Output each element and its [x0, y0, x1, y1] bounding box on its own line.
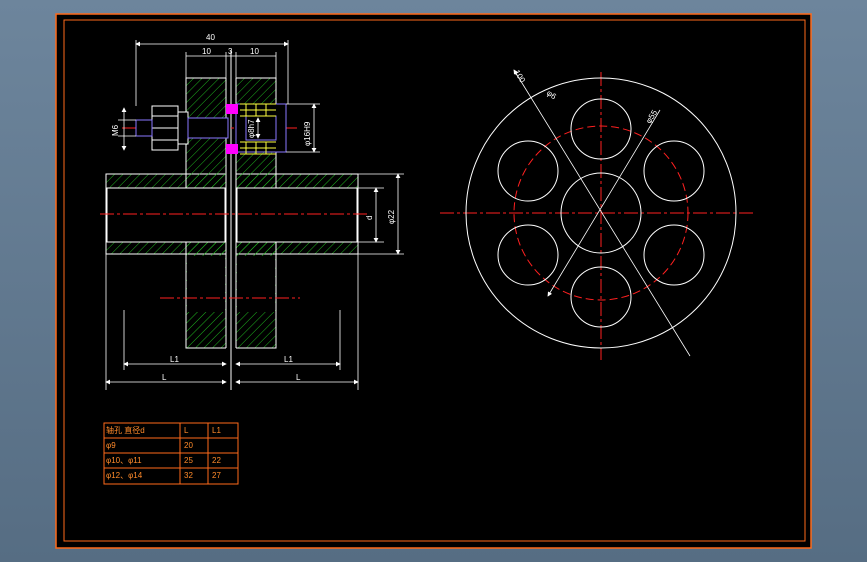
- coupling-drawing: 40 10 3 10 M6 φ8h7 φ16H9 d φ22 L1 L1 L L…: [55, 13, 812, 549]
- bolt-thread-end: [135, 119, 153, 137]
- marker-bottom: [226, 144, 238, 154]
- table-cell: 20: [184, 441, 193, 450]
- dim-bolt-pin: φ8h7: [247, 119, 256, 138]
- marker-top: [226, 104, 238, 114]
- dim-l-left: L: [162, 373, 167, 382]
- dim-l1-left: L1: [170, 355, 179, 364]
- dim-left-flange: 10: [202, 47, 211, 56]
- dim-l-right: L: [296, 373, 301, 382]
- table-header-l: L: [184, 426, 189, 435]
- dim-right-flange: 10: [250, 47, 259, 56]
- cad-viewport: 40 10 3 10 M6 φ8h7 φ16H9 d φ22 L1 L1 L L…: [0, 0, 867, 562]
- dim-thread: M6: [111, 124, 120, 136]
- table-cell: φ10、φ11: [106, 456, 142, 465]
- table-cell: 25: [184, 456, 193, 465]
- dim-hub-dia: φ22: [387, 209, 396, 224]
- table-cell: 22: [212, 456, 221, 465]
- dim-overall: 40: [206, 33, 215, 42]
- left-lower-window: [187, 256, 225, 312]
- bolt-shank: [187, 117, 229, 139]
- table-cell: 27: [212, 471, 221, 480]
- table-cell: φ9: [106, 441, 116, 450]
- dim-bore: d: [365, 216, 374, 220]
- table-cell: φ12、φ14: [106, 471, 143, 480]
- table-header-bore: 轴孔 直径d: [106, 425, 145, 435]
- table-header-l1: L1: [212, 426, 221, 435]
- right-lower-window: [237, 256, 275, 312]
- dim-l1-right: L1: [284, 355, 293, 364]
- left-bore: [106, 187, 226, 243]
- right-bore: [236, 187, 358, 243]
- dim-gap: 3: [228, 47, 233, 56]
- washer: [177, 111, 189, 145]
- table-cell: 32: [184, 471, 193, 480]
- dim-bolt-hole: φ16H9: [303, 121, 312, 146]
